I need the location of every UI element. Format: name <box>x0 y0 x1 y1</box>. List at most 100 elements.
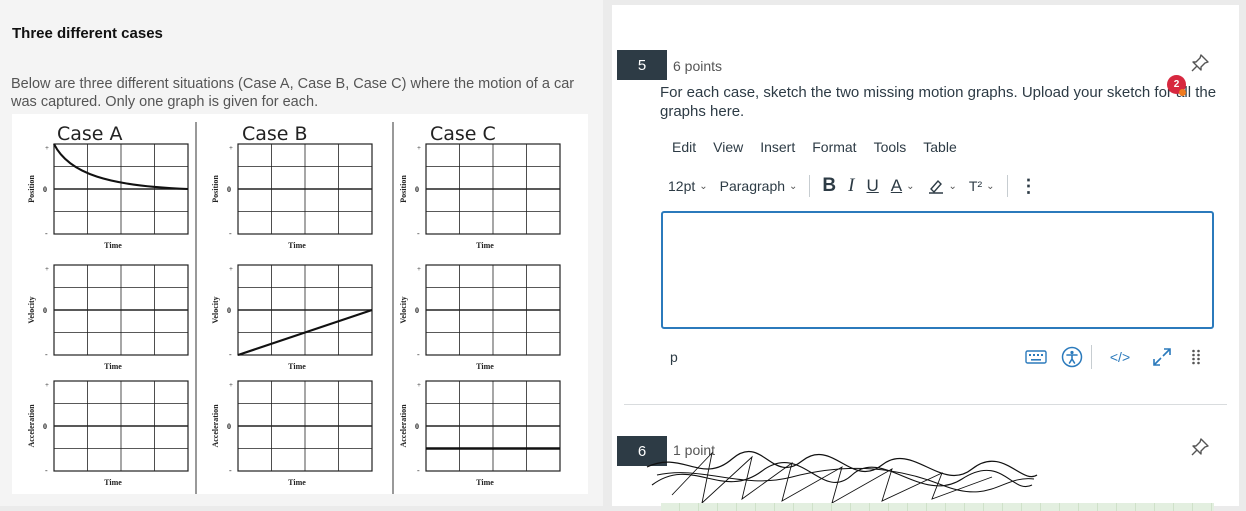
editor-statusbar: p </> <box>662 345 1217 369</box>
tick-minus: - <box>417 229 420 238</box>
axis-label-velocity: Velocity <box>27 296 36 323</box>
axis-label-time: Time <box>476 362 494 371</box>
fullscreen-icon[interactable] <box>1150 345 1174 369</box>
pin-icon[interactable] <box>1190 437 1210 457</box>
highlighter-icon <box>928 179 943 194</box>
font-size-value: 12pt <box>668 178 696 194</box>
underline-button[interactable]: U <box>860 171 884 201</box>
case-label: Case B <box>242 123 308 145</box>
axis-label-time: Time <box>288 478 306 487</box>
tick-zero: 0 <box>415 422 419 431</box>
tick-plus: + <box>45 381 49 389</box>
axis-label-position: Position <box>27 175 36 203</box>
menu-edit[interactable]: Edit <box>672 139 696 155</box>
menu-table[interactable]: Table <box>923 139 956 155</box>
superscript-button[interactable]: T² ⌄ <box>963 171 1001 201</box>
bold-button[interactable]: B <box>816 171 842 201</box>
statusbar-divider <box>1091 345 1092 369</box>
tick-zero: 0 <box>415 185 419 194</box>
pin-icon[interactable] <box>1190 53 1210 73</box>
left-panel: Three different cases Below are three di… <box>0 0 603 506</box>
tick-minus: - <box>417 350 420 359</box>
axis-label-time: Time <box>476 478 494 487</box>
axis-label-time: Time <box>104 241 122 250</box>
section-title: Three different cases <box>12 25 163 42</box>
editor-toolbar: 12pt ⌄ Paragraph ⌄ B I U A ⌄ ⌄ T² ⌄ ⋮ <box>662 171 1217 201</box>
case-label: Case C <box>430 123 496 145</box>
axis-label-velocity: Velocity <box>211 296 220 323</box>
text-color-button[interactable]: A ⌄ <box>885 171 921 201</box>
tick-plus: + <box>417 381 421 389</box>
tick-minus: - <box>229 466 232 475</box>
chevron-down-icon: ⌄ <box>986 180 995 192</box>
tick-plus: + <box>417 144 421 152</box>
case-label: Case A <box>57 123 123 145</box>
tick-minus: - <box>417 466 420 475</box>
menu-tools[interactable]: Tools <box>874 139 907 155</box>
axis-label-time: Time <box>104 362 122 371</box>
tick-zero: 0 <box>227 185 231 194</box>
font-size-select[interactable]: 12pt ⌄ <box>662 171 714 201</box>
chevron-down-icon: ⌄ <box>789 180 798 192</box>
question-panel: 5 6 points For each case, sketch the two… <box>612 0 1239 511</box>
tick-zero: 0 <box>43 185 47 194</box>
more-options-button[interactable]: ⋮ <box>1014 171 1044 201</box>
chevron-down-icon: ⌄ <box>699 180 708 192</box>
scrollbar-track[interactable] <box>1239 0 1246 506</box>
question-5-number: 5 <box>617 50 667 80</box>
editor-menubar: Edit View Insert Format Tools Table <box>672 139 957 155</box>
tick-zero: 0 <box>227 422 231 431</box>
question-divider <box>624 404 1227 405</box>
resize-handle-icon[interactable] <box>1184 345 1208 369</box>
block-format-value: Paragraph <box>719 178 786 194</box>
tick-minus: - <box>229 350 232 359</box>
axis-label-acceleration: Acceleration <box>27 404 36 448</box>
axis-label-acceleration: Acceleration <box>399 404 408 448</box>
tick-zero: 0 <box>415 306 419 315</box>
keyboard-icon[interactable] <box>1024 345 1048 369</box>
tick-plus: + <box>229 381 233 389</box>
axis-label-time: Time <box>288 362 306 371</box>
accessibility-icon[interactable] <box>1060 345 1084 369</box>
tick-plus: + <box>417 265 421 273</box>
menu-format[interactable]: Format <box>812 139 856 155</box>
question-5-points: 6 points <box>673 58 723 74</box>
question-5-prompt: For each case, sketch the two missing mo… <box>660 84 1217 120</box>
axis-label-time: Time <box>288 241 306 250</box>
motion-graphs-figure: Case A Case B Case C +0 - Position Time +0 - Velo… <box>12 114 588 494</box>
scribble-overlay <box>646 451 1038 505</box>
axis-label-velocity: Velocity <box>399 296 408 323</box>
motion-graphs-svg: Case A Case B Case C +0 - Position Time +0 - Velo… <box>27 122 561 494</box>
highlight-color-button[interactable]: ⌄ <box>921 171 963 201</box>
chevron-down-icon: ⌄ <box>906 180 915 192</box>
chevron-down-icon: ⌄ <box>948 180 957 192</box>
axis-label-position: Position <box>211 175 220 203</box>
element-path[interactable]: p <box>670 349 678 365</box>
italic-button[interactable]: I <box>842 171 860 201</box>
rich-text-editor[interactable] <box>661 211 1214 329</box>
text-color-icon: A <box>890 176 903 195</box>
axis-label-time: Time <box>104 478 122 487</box>
tick-zero: 0 <box>43 306 47 315</box>
superscript-icon: T² <box>968 178 983 194</box>
tick-plus: + <box>229 144 233 152</box>
html-editor-toggle[interactable]: </> <box>1102 345 1138 369</box>
status-dot-icon <box>1179 89 1186 96</box>
menu-insert[interactable]: Insert <box>760 139 795 155</box>
toolbar-divider <box>1006 175 1008 197</box>
toolbar-divider <box>809 175 811 197</box>
section-description: Below are three different situations (Ca… <box>11 76 575 110</box>
tick-plus: + <box>45 265 49 273</box>
tick-plus: + <box>45 144 49 152</box>
tick-zero: 0 <box>227 306 231 315</box>
tick-plus: + <box>229 265 233 273</box>
tick-zero: 0 <box>43 422 47 431</box>
block-format-select[interactable]: Paragraph ⌄ <box>714 171 804 201</box>
tick-minus: - <box>45 229 48 238</box>
menu-view[interactable]: View <box>713 139 743 155</box>
axis-label-acceleration: Acceleration <box>211 404 220 448</box>
tick-minus: - <box>45 466 48 475</box>
axis-label-position: Position <box>399 175 408 203</box>
tick-minus: - <box>229 229 232 238</box>
grid-background-strip <box>661 503 1214 511</box>
